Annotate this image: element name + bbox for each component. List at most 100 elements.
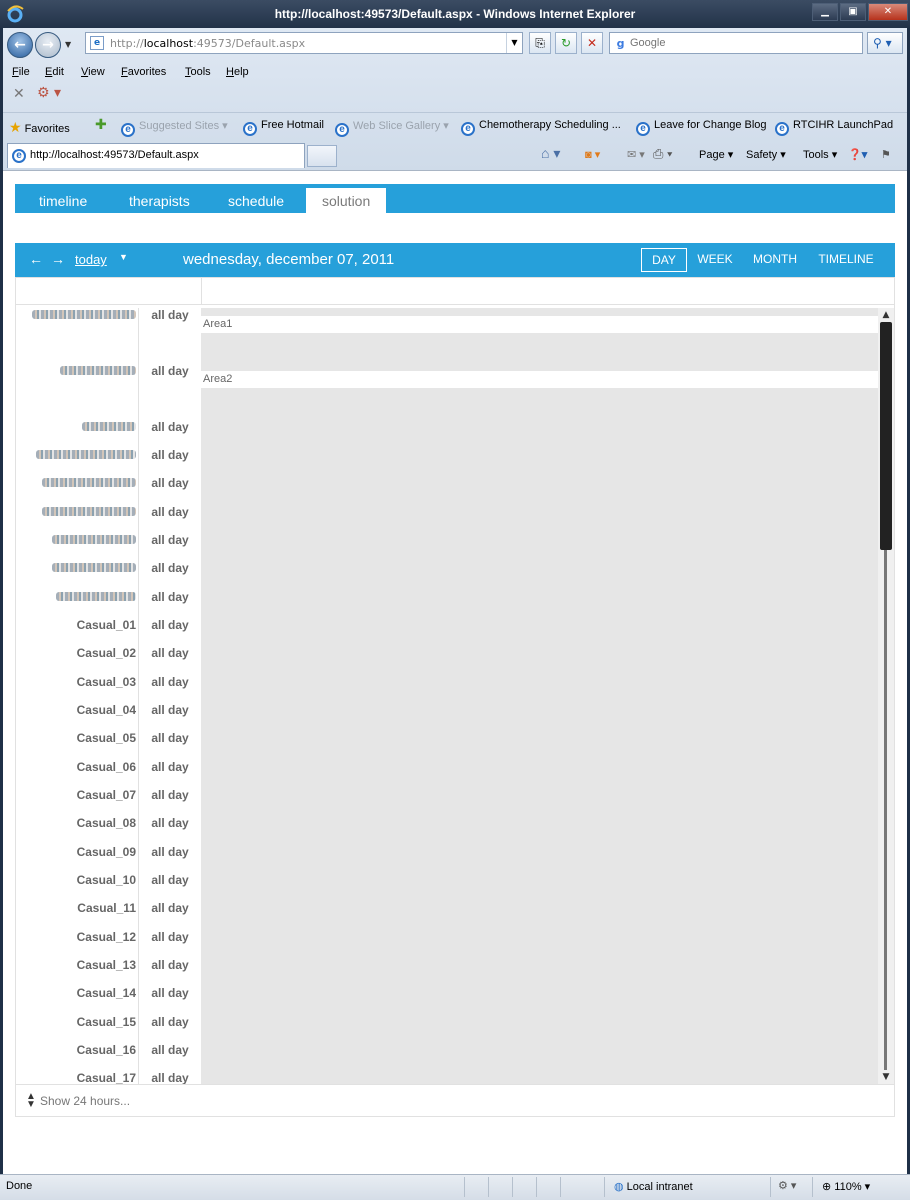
ie-page-icon: e [461,122,475,136]
back-button[interactable]: ← [7,32,33,58]
close-window-button[interactable]: ✕ [868,3,908,21]
zoom-icon: ⊕ [822,1181,835,1193]
home-icon[interactable]: ⌂ ▾ [541,145,560,162]
tools-menu[interactable]: Tools ▾ [803,148,837,161]
resource-label-redacted [52,561,136,575]
scroll-down-icon[interactable]: ▼ [880,1071,892,1083]
resource-label-redacted [60,364,136,378]
tab-schedule[interactable]: schedule [228,188,284,213]
mail-icon[interactable]: ✉ ▾ [627,148,645,161]
fav-chemotherapy-scheduling[interactable]: e Chemotherapy Scheduling ... [461,119,621,136]
url-prefix: http:// [110,37,144,50]
show-24-hours-link[interactable]: Show 24 hours... [40,1094,130,1108]
fav-free-hotmail[interactable]: e Free Hotmail [243,119,324,136]
scheduler-header: ← → today ▼ wednesday, december 07, 2011… [15,243,895,277]
vertical-scrollbar[interactable]: ▲ ▼ [878,308,894,1084]
menu-tools[interactable]: Tools [185,66,211,78]
scheduler-column-header [16,278,894,305]
minimize-button[interactable]: ▁ [812,3,838,21]
tab-timeline[interactable]: timeline [39,188,87,213]
menu-favorites[interactable]: Favorites [121,66,166,78]
scroll-track[interactable] [884,550,887,1070]
favorites-button[interactable]: ★ Favorites [9,119,70,136]
print-icon[interactable]: ⎙ ▾ [653,146,672,162]
all-day-label: all day [151,420,189,434]
favorites-label: Favorites [24,123,70,135]
menu-help[interactable]: Help [226,66,249,78]
scroll-thumb[interactable] [880,322,892,550]
research-icon[interactable]: ⚑ [881,148,891,161]
zoom-level[interactable]: ⊕ 110% ▾ [822,1180,870,1193]
menu-file[interactable]: File [12,66,30,78]
help-icon[interactable]: ❓▾ [848,148,867,161]
view-timeline-button[interactable]: TIMELINE [815,248,877,272]
all-day-label: all day [151,646,189,660]
window-titlebar: http://localhost:49573/Default.aspx - Wi… [0,0,910,28]
resource-label-casual-05: Casual_05 [76,731,136,745]
search-button[interactable]: ⚲ ▾ [867,32,903,54]
ie-page-icon: e [121,123,135,137]
page-menu[interactable]: Page ▾ [699,148,733,161]
tab-therapists[interactable]: therapists [129,188,190,213]
ie-page-icon: e [636,122,650,136]
resource-label-casual-12: Casual_12 [76,930,136,944]
protected-mode-icon[interactable]: ⚙ ▾ [778,1179,796,1192]
address-dropdown-icon[interactable]: ▼ [506,33,522,53]
page-content: timeline therapists schedule solution ← … [3,170,907,1174]
browser-tab-active[interactable]: e http://localhost:49573/Default.aspx [7,143,305,168]
schedule-area[interactable]: Area1 Area2 [201,308,878,1084]
app-tab-strip: timeline therapists schedule solution [15,184,895,213]
close-icon[interactable]: ✕ [13,86,25,102]
new-tab-button[interactable] [307,145,337,167]
search-input[interactable] [630,35,850,51]
fav-rtcihr-launchpad[interactable]: e RTCIHR LaunchPad [775,119,893,136]
address-bar[interactable]: e http://localhost:49573/Default.aspx ▼ [85,32,523,54]
forward-button[interactable]: → [35,32,61,58]
search-box[interactable]: g [609,32,863,54]
all-day-label: all day [151,618,189,632]
all-day-label: all day [151,561,189,575]
resource-label-casual-15: Casual_15 [76,1015,136,1029]
add-favorite-icon[interactable]: ✚ [95,116,107,133]
ie-page-icon: e [775,122,789,136]
addon-icon[interactable]: ⚙ ▾ [37,85,61,101]
area-row-area1[interactable]: Area1 [201,316,878,333]
all-day-label: all day [151,986,189,1000]
fav-suggested-sites[interactable]: e Suggested Sites ▾ [121,119,228,137]
resource-label-casual-04: Casual_04 [76,703,136,717]
url-rest: :49573/Default.aspx [193,37,306,50]
resource-label-casual-17: Casual_17 [76,1071,136,1084]
previous-arrow-icon[interactable]: ← [29,251,43,267]
fav-web-slice-gallery[interactable]: e Web Slice Gallery ▾ [335,119,449,137]
page-icon: e [90,36,104,50]
all-day-label: all day [151,590,189,604]
stop-icon[interactable]: ✕ [581,32,603,54]
view-week-button[interactable]: WEEK [695,248,735,272]
all-day-label: all day [151,788,189,802]
date-picker-dropdown-icon[interactable]: ▼ [119,252,128,262]
url-host: localhost [143,37,194,50]
all-day-label: all day [151,731,189,745]
maximize-button[interactable]: ▣ [840,3,866,21]
scroll-up-icon[interactable]: ▲ [880,309,892,321]
all-day-label: all day [151,816,189,830]
history-dropdown-icon[interactable]: ▼ [65,40,71,49]
area-row-area2[interactable]: Area2 [201,371,878,388]
safety-menu[interactable]: Safety ▾ [746,148,786,161]
fav-leave-for-change-blog[interactable]: e Leave for Change Blog [636,119,767,136]
menu-view[interactable]: View [81,66,105,78]
security-zone[interactable]: ◍ Local intranet [614,1180,693,1193]
view-month-button[interactable]: MONTH [749,248,801,272]
refresh-icon[interactable]: ↻ [555,32,577,54]
today-link[interactable]: today [75,252,107,267]
all-day-label: all day [151,1071,189,1084]
feeds-icon[interactable]: ◙ ▾ [585,148,600,161]
compatibility-view-icon[interactable]: ⎘ [529,32,551,54]
next-arrow-icon[interactable]: → [51,251,65,267]
resource-label-redacted [42,505,136,519]
menu-edit[interactable]: Edit [45,66,64,78]
tab-solution[interactable]: solution [306,188,387,213]
expand-toggle-icon[interactable]: ▲ ▼ [26,1092,36,1110]
resource-label-redacted [82,420,136,434]
view-day-button[interactable]: DAY [641,248,687,272]
